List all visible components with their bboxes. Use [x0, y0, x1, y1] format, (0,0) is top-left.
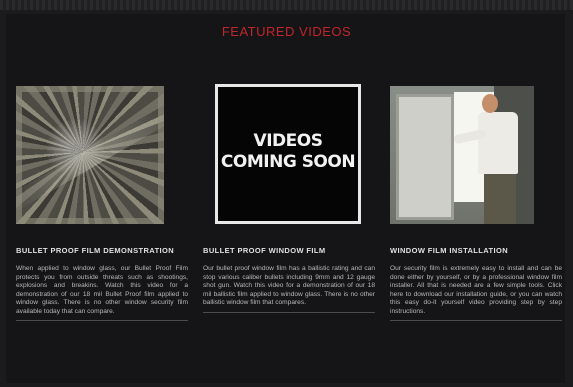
- video-card-bullet-proof-film-demonstration: BULLET PROOF FILM DEMONSTRATION When app…: [16, 84, 188, 321]
- video-thumbnail-coming-soon[interactable]: VIDEOS COMING SOON: [215, 84, 361, 224]
- coming-soon-line-2: COMING SOON: [220, 152, 356, 172]
- card-title[interactable]: BULLET PROOF FILM DEMONSTRATION: [16, 246, 188, 255]
- installer-body: [478, 112, 518, 174]
- section-title: FEATURED VIDEOS: [221, 24, 352, 39]
- divider: [16, 320, 188, 321]
- video-thumbnail-installer[interactable]: [390, 86, 534, 224]
- video-thumbnail-shattered-glass[interactable]: [16, 86, 164, 224]
- divider: [390, 320, 562, 321]
- card-description: Our security film is extremely easy to i…: [390, 265, 562, 315]
- door-illustration: [396, 94, 454, 220]
- card-description: Our bullet proof window film has a balli…: [203, 265, 375, 306]
- coming-soon-line-1: VIDEOS: [253, 131, 323, 151]
- divider: [203, 311, 375, 313]
- video-card-window-film-installation: WINDOW FILM INSTALLATION Our security fi…: [390, 84, 562, 321]
- card-title[interactable]: BULLET PROOF WINDOW FILM: [203, 246, 375, 255]
- installer-head: [482, 94, 498, 113]
- coming-soon-label: VIDEOS COMING SOON: [218, 131, 358, 173]
- installer-legs: [484, 174, 516, 224]
- card-title[interactable]: WINDOW FILM INSTALLATION: [390, 246, 562, 255]
- card-description: When applied to window glass, our Bullet…: [16, 265, 188, 315]
- video-card-bullet-proof-window-film: VIDEOS COMING SOON BULLET PROOF WINDOW F…: [203, 84, 375, 313]
- top-bar: [0, 0, 573, 10]
